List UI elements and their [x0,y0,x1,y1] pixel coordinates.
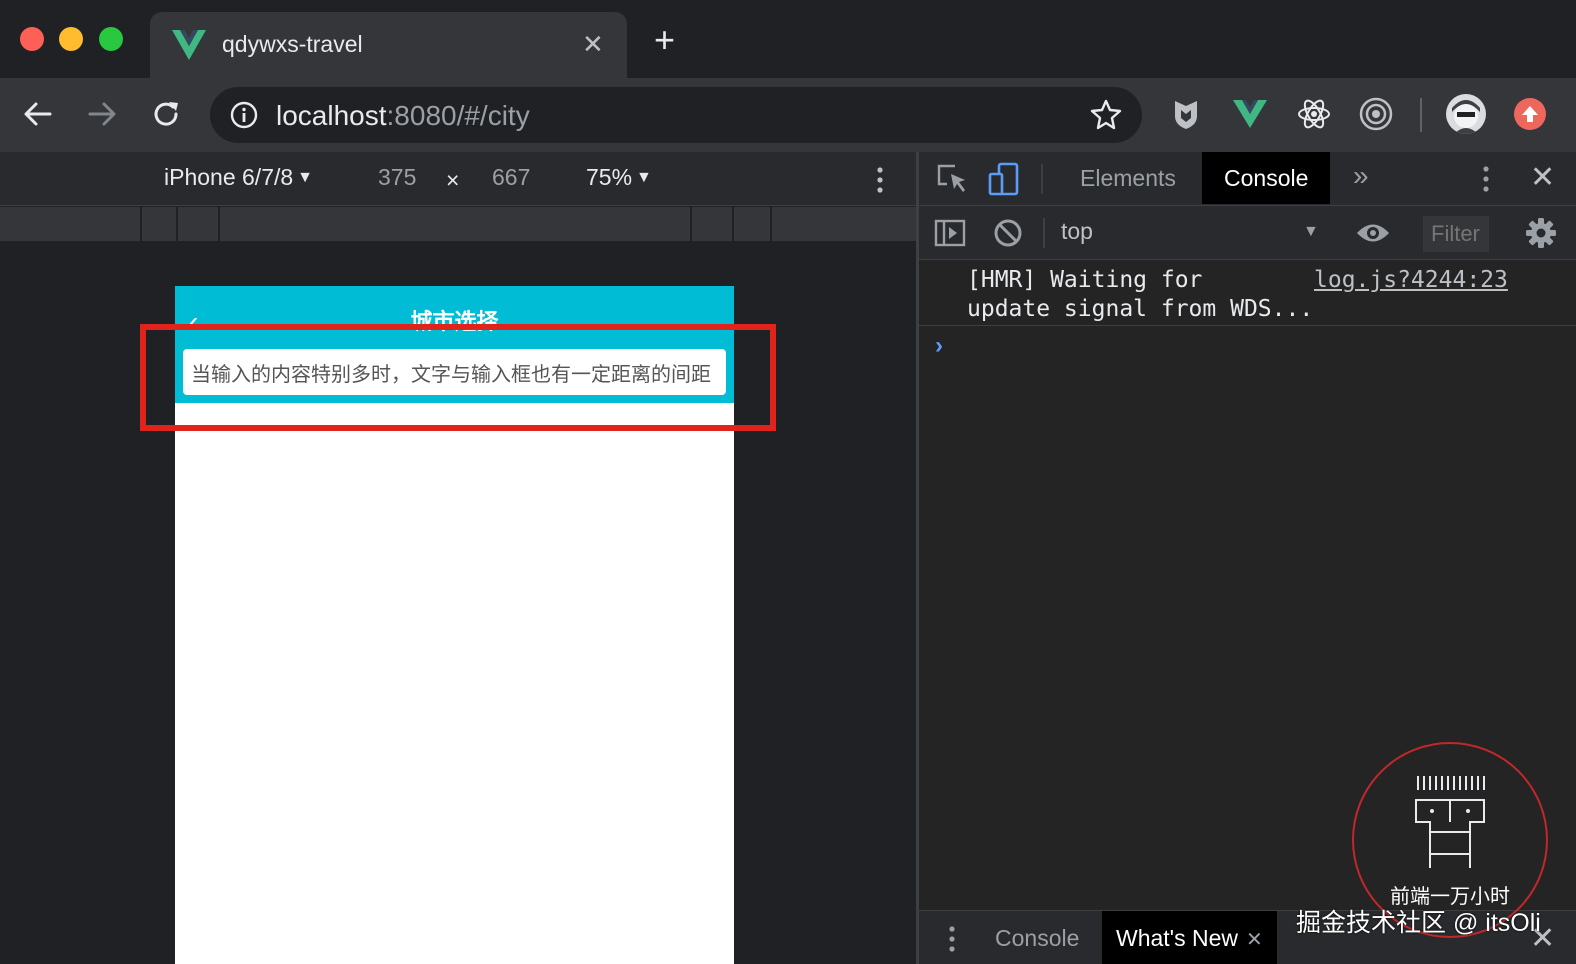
minimize-window-button[interactable] [59,27,83,51]
browser-toolbar: localhost:8080/#/city [0,78,1576,152]
back-icon[interactable] [20,96,56,132]
viewport-height-input[interactable]: 667 [492,164,530,191]
watermark-text: 掘金技术社区 @ itsOli [1296,909,1541,937]
device-more-options-icon[interactable] [877,166,883,194]
context-select[interactable]: top [1061,218,1093,245]
live-expression-eye-icon[interactable] [1355,220,1391,246]
tab-console[interactable]: Console [1202,152,1331,204]
tab-title: qdywxs-travel [222,31,363,57]
clear-console-icon[interactable] [991,216,1025,250]
vue-devtools-icon[interactable] [1232,96,1268,132]
console-toolbar: top ▼ [919,206,1576,260]
console-log-entry: [HMR] Waiting for update signal from WDS… [919,260,1576,326]
device-toolbar: iPhone 6/7/8 ▼ 375 × 667 75% ▼ [0,152,916,206]
update-available-icon[interactable] [1514,98,1546,130]
viewport-width-input[interactable]: 375 [378,164,416,191]
console-filter-input[interactable] [1423,216,1489,252]
toolbar-separator [1043,218,1045,248]
log-source-link[interactable]: log.js?4244:23 [1314,266,1508,295]
forward-icon[interactable] [84,96,120,132]
inspect-element-icon[interactable] [935,162,969,196]
drawer-tab-whats-new[interactable]: What's New ✕ [1102,911,1277,964]
title-bar: qdywxs-travel ✕ + [0,0,1576,78]
console-prompt-icon[interactable]: › [935,332,943,360]
devtools-tabbar: Elements Console » ✕ [919,152,1576,206]
target-extension-icon[interactable] [1358,96,1394,132]
tab-close-icon[interactable]: ✕ [582,29,604,60]
device-select[interactable]: iPhone 6/7/8 ▼ [164,164,313,191]
drawer-menu-icon[interactable] [949,925,955,953]
devtools-menu-icon[interactable] [1483,164,1489,194]
watermark-logo-icon [1415,776,1485,868]
vue-logo-icon [172,30,206,60]
tab-elements[interactable]: Elements [1058,152,1198,204]
log-message: [HMR] Waiting for update signal from WDS… [967,267,1314,322]
show-sidebar-icon[interactable] [933,216,967,250]
profile-avatar[interactable] [1446,94,1486,134]
close-tab-icon[interactable]: ✕ [1246,929,1263,951]
dropdown-caret-icon: ▼ [636,169,652,186]
site-info-icon[interactable] [230,101,258,129]
react-devtools-icon[interactable] [1296,96,1332,132]
media-query-ruler [0,207,916,241]
new-tab-button[interactable]: + [654,22,675,58]
dropdown-caret-icon[interactable]: ▼ [1303,223,1319,241]
device-toggle-icon[interactable] [987,162,1021,196]
reload-icon[interactable] [148,96,184,132]
bookmark-star-icon[interactable] [1090,98,1122,130]
annotation-highlight-box [140,324,776,431]
gear-icon[interactable] [1525,217,1557,249]
dropdown-caret-icon: ▼ [297,169,314,186]
close-window-button[interactable] [20,27,44,51]
shield-extension-icon[interactable] [1168,96,1204,132]
drawer-tab-console[interactable]: Console [981,911,1093,964]
browser-tab[interactable]: qdywxs-travel ✕ [150,12,627,78]
more-tabs-icon[interactable]: » [1353,160,1369,192]
zoom-select[interactable]: 75% ▼ [586,164,652,191]
toolbar-separator [1420,98,1422,132]
url-text: localhost:8080/#/city [276,100,530,131]
address-bar[interactable]: localhost:8080/#/city [210,87,1142,143]
zoom-window-button[interactable] [99,27,123,51]
toolbar-separator [1041,164,1043,194]
close-devtools-icon[interactable]: ✕ [1530,160,1555,195]
dimension-times-icon: × [446,167,460,193]
